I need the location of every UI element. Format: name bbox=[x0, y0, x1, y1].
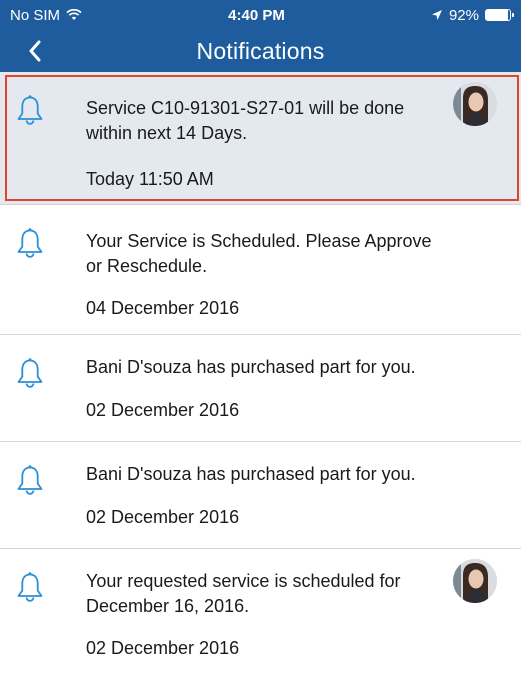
notification-time: 02 December 2016 bbox=[86, 507, 240, 527]
person-photo-icon bbox=[453, 559, 497, 603]
avatar bbox=[453, 559, 497, 603]
bell-icon bbox=[17, 228, 43, 258]
chevron-left-icon bbox=[29, 40, 41, 62]
notification-item[interactable]: Bani D'souza has purchased part for you.… bbox=[0, 442, 521, 549]
bell-icon bbox=[17, 465, 43, 495]
battery-percent: 92% bbox=[448, 6, 479, 24]
status-left: No SIM bbox=[10, 7, 82, 24]
page-title: Notifications bbox=[196, 37, 325, 64]
battery-icon bbox=[485, 9, 514, 21]
notification-message: Bani D'souza has purchased part for you. bbox=[86, 464, 416, 484]
notification-time: 02 December 2016 bbox=[86, 400, 240, 420]
back-button[interactable] bbox=[22, 36, 48, 66]
avatar bbox=[453, 82, 497, 126]
bell-icon bbox=[17, 95, 43, 125]
notification-item[interactable]: Service C10-91301-S27-01 will be done wi… bbox=[0, 72, 521, 205]
notification-message: Your Service is Scheduled. Please Approv… bbox=[86, 231, 432, 276]
bell-icon bbox=[17, 572, 43, 602]
notification-time: Today 11:50 AM bbox=[86, 169, 214, 189]
notification-message: Bani D'souza has purchased part for you. bbox=[86, 357, 416, 377]
notification-item[interactable]: Bani D'souza has purchased part for you.… bbox=[0, 335, 521, 442]
notification-list: Service C10-91301-S27-01 will be done wi… bbox=[0, 72, 521, 679]
carrier-label: No SIM bbox=[10, 6, 61, 24]
wifi-icon bbox=[66, 9, 82, 20]
navigation-bar: Notifications bbox=[0, 30, 521, 72]
clock: 4:40 PM bbox=[228, 6, 285, 24]
bell-icon bbox=[17, 358, 43, 388]
person-photo-icon bbox=[453, 82, 497, 126]
notification-message: Service C10-91301-S27-01 will be done wi… bbox=[86, 98, 405, 143]
status-right: 92% bbox=[431, 6, 514, 24]
status-bar: No SIM 4:40 PM 92% bbox=[0, 0, 521, 30]
notification-item[interactable]: Your requested service is scheduled for … bbox=[0, 549, 521, 679]
battery-level bbox=[486, 10, 509, 20]
notification-message: Your requested service is scheduled for … bbox=[86, 571, 401, 616]
notification-time: 02 December 2016 bbox=[86, 638, 240, 658]
location-arrow-icon bbox=[431, 10, 442, 20]
notification-time: 04 December 2016 bbox=[86, 298, 240, 318]
notification-item[interactable]: Your Service is Scheduled. Please Approv… bbox=[0, 205, 521, 335]
